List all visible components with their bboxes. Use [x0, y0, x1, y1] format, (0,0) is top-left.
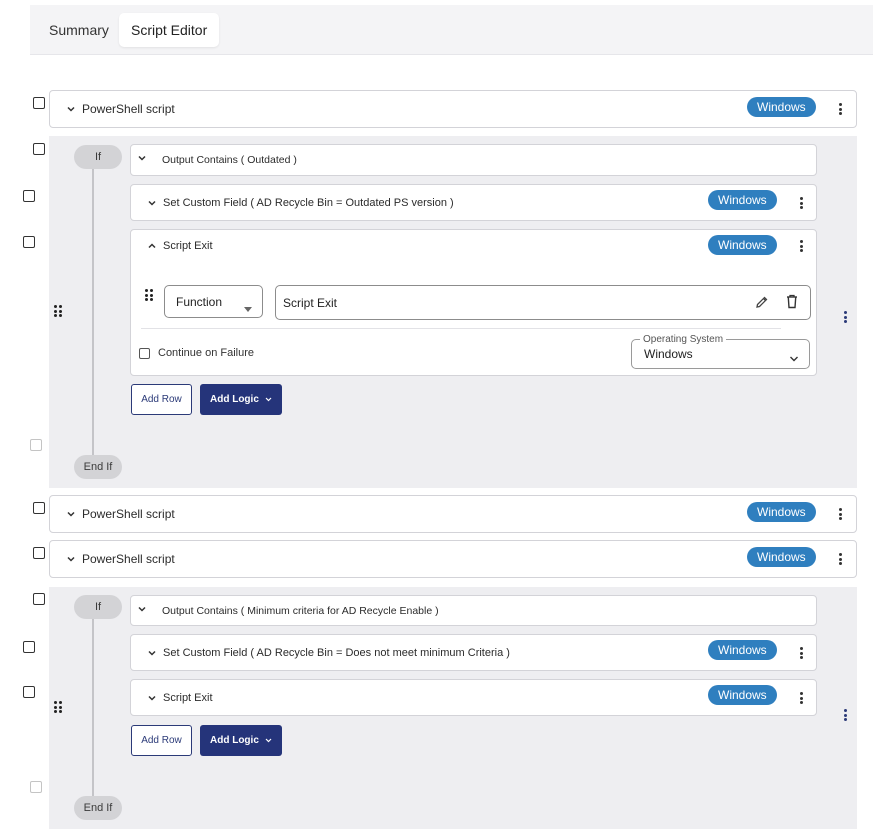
tab-script-editor[interactable]: Script Editor [119, 13, 220, 47]
step-row-set-custom-field[interactable]: Set Custom Field ( AD Recycle Bin = Outd… [130, 184, 817, 221]
chevron-up-icon[interactable] [146, 240, 158, 252]
function-field[interactable]: Script Exit [275, 285, 811, 320]
tab-summary[interactable]: Summary [37, 13, 121, 47]
add-logic-button[interactable]: Add Logic [200, 384, 282, 415]
select-checkbox[interactable] [33, 97, 45, 109]
step-row-script-exit[interactable]: Script Exit Windows [130, 679, 817, 716]
operating-system-value: Windows [644, 347, 693, 361]
type-select[interactable]: Function [164, 285, 263, 318]
add-row-button[interactable]: Add Row [131, 384, 192, 415]
kebab-menu-icon[interactable] [796, 238, 806, 254]
step-row-powershell[interactable]: PowerShell script Windows [49, 90, 857, 128]
step-row-set-custom-field[interactable]: Set Custom Field ( AD Recycle Bin = Does… [130, 634, 817, 671]
kebab-menu-icon[interactable] [840, 309, 850, 325]
step-label: Set Custom Field ( AD Recycle Bin = Outd… [163, 196, 454, 209]
select-checkbox[interactable] [33, 547, 45, 559]
pencil-icon[interactable] [755, 295, 769, 314]
select-checkbox[interactable] [30, 439, 42, 451]
trash-icon[interactable] [785, 294, 799, 314]
add-row-button[interactable]: Add Row [131, 725, 192, 756]
step-label: Set Custom Field ( AD Recycle Bin = Does… [163, 646, 510, 659]
end-if-pill: End If [74, 796, 122, 820]
chevron-down-icon[interactable] [65, 553, 77, 565]
step-row-powershell[interactable]: PowerShell script Windows [49, 540, 857, 578]
condition-label: Output Contains ( Minimum criteria for A… [162, 604, 439, 617]
kebab-menu-icon[interactable] [835, 506, 845, 522]
step-label: PowerShell script [82, 552, 175, 566]
caret-down-icon [244, 299, 252, 317]
select-checkbox[interactable] [30, 781, 42, 793]
select-checkbox[interactable] [23, 686, 35, 698]
select-checkbox[interactable] [23, 190, 35, 202]
continue-on-failure-checkbox[interactable] [139, 348, 150, 359]
chevron-down-icon[interactable] [65, 508, 77, 520]
os-badge: Windows [747, 97, 816, 117]
divider [141, 328, 781, 329]
select-checkbox[interactable] [33, 593, 45, 605]
if-pill: If [74, 145, 122, 169]
chevron-down-icon [265, 725, 272, 756]
add-logic-label: Add Logic [210, 735, 259, 746]
step-row-powershell[interactable]: PowerShell script Windows [49, 495, 857, 533]
drag-handle-icon[interactable] [145, 289, 153, 301]
drag-handle-icon[interactable] [54, 701, 62, 713]
type-select-value: Function [176, 295, 223, 309]
operating-system-select[interactable]: Operating System Windows [631, 334, 810, 369]
continue-on-failure-label: Continue on Failure [158, 347, 255, 359]
kebab-menu-icon[interactable] [796, 195, 806, 211]
select-checkbox[interactable] [33, 502, 45, 514]
step-label: Script Exit [163, 691, 213, 704]
kebab-menu-icon[interactable] [835, 551, 845, 567]
os-badge: Windows [708, 640, 777, 660]
kebab-menu-icon[interactable] [840, 707, 850, 723]
chevron-down-icon[interactable] [146, 692, 158, 704]
if-pill: If [74, 595, 122, 619]
kebab-menu-icon[interactable] [796, 645, 806, 661]
select-checkbox[interactable] [23, 236, 35, 248]
add-logic-button[interactable]: Add Logic [200, 725, 282, 756]
step-row-script-exit-expanded: Script Exit Windows Function Script Exit… [130, 229, 817, 376]
os-badge: Windows [747, 547, 816, 567]
operating-system-label: Operating System [640, 334, 727, 345]
function-value: Script Exit [283, 296, 338, 310]
os-badge: Windows [708, 190, 777, 210]
chevron-down-icon[interactable] [146, 647, 158, 659]
chevron-down-icon[interactable] [136, 603, 148, 615]
chevron-down-icon [789, 350, 799, 368]
tab-bar: Summary Script Editor [30, 5, 873, 55]
drag-handle-icon[interactable] [54, 305, 62, 317]
os-badge: Windows [747, 502, 816, 522]
condition-row[interactable]: Output Contains ( Outdated ) [130, 144, 817, 176]
step-label: PowerShell script [82, 102, 175, 116]
condition-label: Output Contains ( Outdated ) [162, 154, 297, 166]
chevron-down-icon[interactable] [146, 197, 158, 209]
kebab-menu-icon[interactable] [835, 101, 845, 117]
os-badge: Windows [708, 685, 777, 705]
step-label: Script Exit [163, 240, 213, 252]
add-logic-label: Add Logic [210, 394, 259, 405]
select-checkbox[interactable] [33, 143, 45, 155]
condition-row[interactable]: Output Contains ( Minimum criteria for A… [130, 595, 817, 626]
chevron-down-icon[interactable] [65, 103, 77, 115]
chevron-down-icon[interactable] [136, 152, 148, 164]
os-badge: Windows [708, 235, 777, 255]
select-checkbox[interactable] [23, 641, 35, 653]
if-connector-line [92, 608, 94, 800]
if-connector-line [92, 158, 94, 458]
kebab-menu-icon[interactable] [796, 690, 806, 706]
chevron-down-icon [265, 384, 272, 415]
step-label: PowerShell script [82, 507, 175, 521]
end-if-pill: End If [74, 455, 122, 479]
